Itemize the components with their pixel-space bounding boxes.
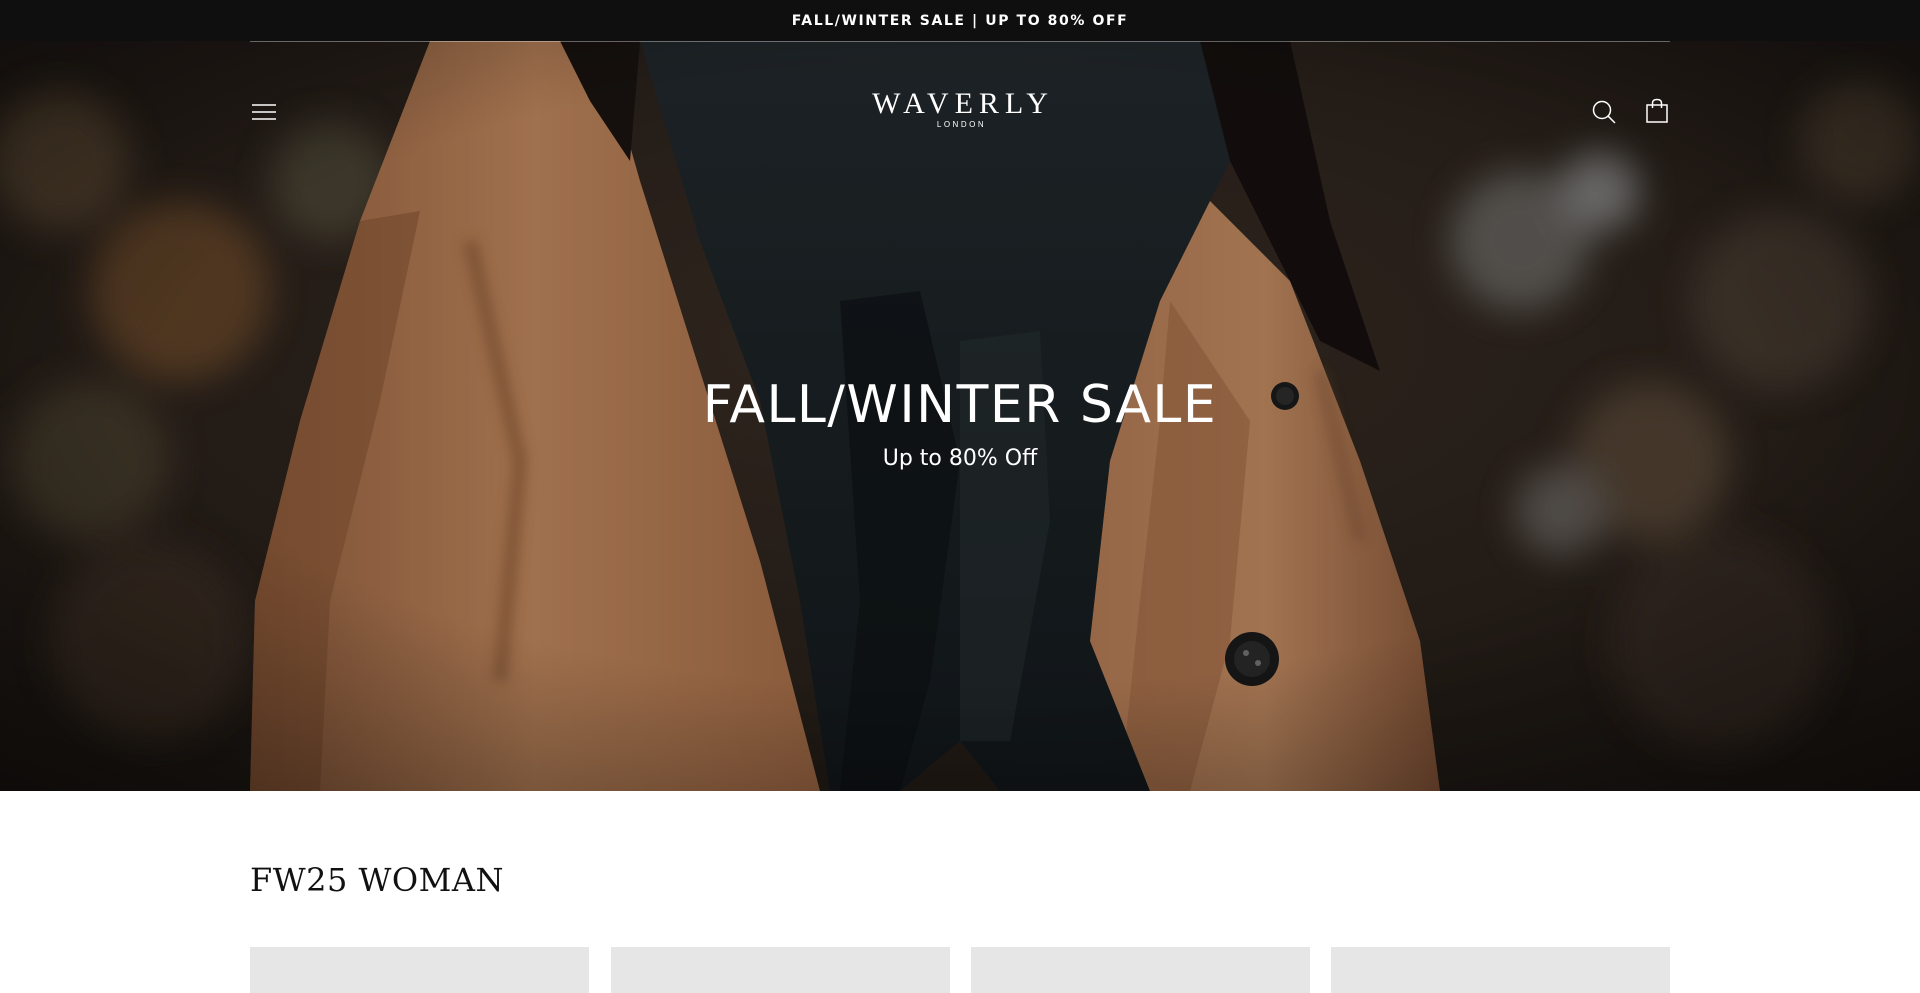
menu-button[interactable] xyxy=(250,98,278,126)
product-card[interactable] xyxy=(971,947,1310,993)
search-button[interactable] xyxy=(1590,98,1618,126)
hero-banner[interactable]: FALL/WINTER SALE Up to 80% Off xyxy=(0,41,1920,791)
product-card[interactable] xyxy=(250,947,589,993)
cart-icon xyxy=(1646,98,1668,123)
announcement-bar: FALL/WINTER SALE | UP TO 80% OFF xyxy=(0,0,1920,41)
announcement-text: FALL/WINTER SALE | UP TO 80% OFF xyxy=(791,12,1129,29)
logo-wordmark: WAVERLY xyxy=(872,87,1054,120)
product-card[interactable] xyxy=(611,947,950,993)
collection-title: FW25 WOMAN xyxy=(250,861,504,899)
collection-section: FW25 WOMAN xyxy=(0,791,1920,993)
product-grid xyxy=(250,947,1670,993)
brand-logo[interactable]: WAVERLY LONDON xyxy=(860,88,1060,134)
search-icon xyxy=(1592,100,1616,124)
logo-location: LONDON xyxy=(936,120,987,129)
header-divider xyxy=(250,41,1670,42)
menu-icon xyxy=(252,104,276,120)
hero-subtitle: Up to 80% Off xyxy=(882,446,1038,471)
product-card[interactable] xyxy=(1331,947,1670,993)
cart-button[interactable] xyxy=(1643,97,1671,125)
hero-title: FALL/WINTER SALE xyxy=(702,375,1218,435)
